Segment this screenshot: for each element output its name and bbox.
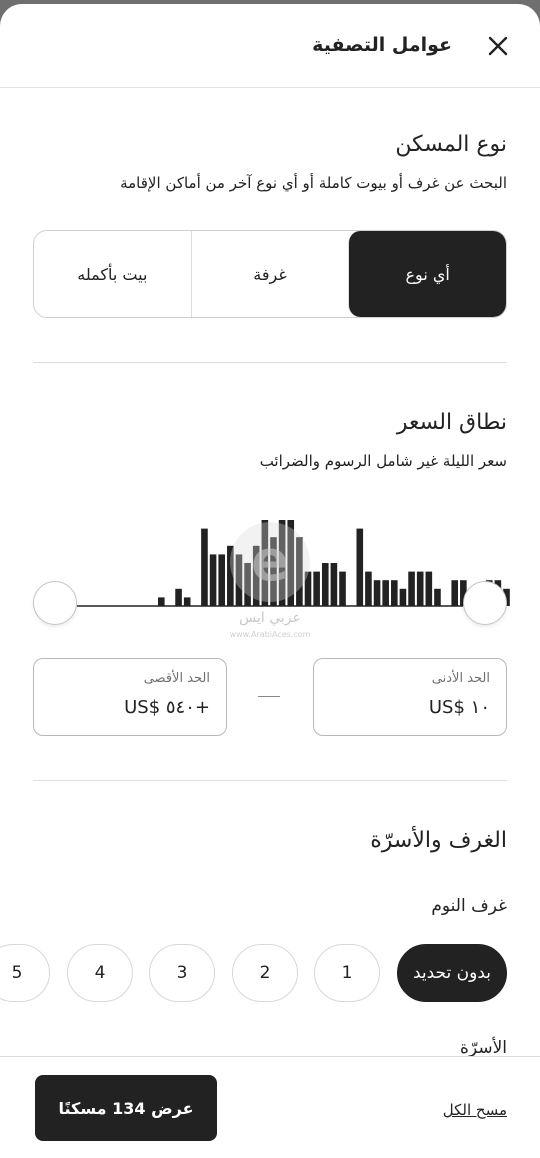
histogram-bar [313, 571, 320, 606]
histogram-bar [261, 520, 269, 606]
min-price-value: US$ ١٠ [428, 697, 490, 718]
histogram-bar [373, 580, 381, 606]
price-range-title: نطاق السعر [396, 410, 507, 435]
sheet-footer: مسح الكل عرض 134 مسكنًا [0, 1056, 540, 1158]
histogram-bar [408, 571, 415, 606]
histogram-bar [278, 520, 286, 606]
option-entire-home[interactable]: بيت بأكمله [34, 231, 191, 317]
place-type-subtitle: البحث عن غرف أو بيوت كاملة أو أي نوع آخر… [120, 174, 507, 192]
histogram-bar [209, 554, 217, 606]
sheet-title: عوامل التصفية [312, 34, 452, 56]
min-price-handle[interactable] [33, 581, 77, 625]
close-icon[interactable] [484, 32, 512, 60]
histogram-bar [158, 597, 165, 606]
show-results-button[interactable]: عرض 134 مسكنًا [35, 1075, 217, 1141]
histogram-bar [365, 571, 372, 606]
histogram-bar [339, 571, 346, 606]
histogram-bar [218, 554, 226, 606]
price-range-subtitle: سعر الليلة غير شامل الرسوم والضرائب [259, 452, 507, 470]
rooms-beds-title: الغرف والأسرّة [370, 828, 507, 853]
min-price-field[interactable]: الحد الأدنى US$ ١٠ [313, 658, 507, 736]
histogram-bar [391, 580, 398, 606]
clear-all-link[interactable]: مسح الكل [443, 1101, 507, 1119]
divider [33, 362, 507, 363]
histogram-bar [296, 537, 303, 606]
bedrooms-any-pill[interactable]: بدون تحديد [397, 944, 507, 1002]
histogram-bar [434, 588, 441, 606]
filters-sheet: عوامل التصفية نوع المسكن البحث عن غرف أو… [0, 4, 540, 1158]
bedrooms-5-pill[interactable]: 5 [0, 944, 50, 1002]
histogram-bar [287, 520, 295, 606]
max-price-value: US$ ٥٤٠+ [124, 697, 210, 718]
histogram-bar [270, 537, 277, 606]
beds-label: الأسرّة [460, 1038, 507, 1058]
bedrooms-1-pill[interactable]: 1 [314, 944, 380, 1002]
divider [33, 780, 507, 781]
bedrooms-2-pill[interactable]: 2 [232, 944, 298, 1002]
histogram-bar [201, 528, 208, 606]
histogram-bar [399, 588, 407, 606]
option-room[interactable]: غرفة [190, 231, 349, 317]
histogram-bar [321, 563, 329, 606]
histogram-bar [425, 571, 433, 606]
sheet-header: عوامل التصفية [0, 4, 540, 88]
bedrooms-3-pill[interactable]: 3 [149, 944, 215, 1002]
histogram-bar [252, 545, 260, 606]
histogram-bar [175, 588, 182, 606]
range-separator [258, 696, 280, 697]
option-any-type[interactable]: أي نوع [348, 231, 506, 317]
histogram-bar [227, 545, 234, 606]
histogram-bar [235, 554, 243, 606]
histogram-bar [183, 597, 191, 606]
histogram-bar [304, 571, 312, 606]
max-price-handle[interactable] [463, 581, 507, 625]
max-price-label: الحد الأقصى [143, 671, 210, 686]
histogram-bar [244, 563, 251, 606]
bedrooms-selector: بدون تحديد 1 2 3 4 5 [0, 944, 540, 1004]
histogram-bar [382, 580, 389, 606]
histogram-bar [330, 563, 338, 606]
histogram-bar [451, 580, 459, 606]
histogram-bar [356, 528, 364, 606]
place-type-selector: أي نوع غرفة بيت بأكمله [33, 230, 507, 318]
max-price-field[interactable]: الحد الأقصى US$ ٥٤٠+ [33, 658, 227, 736]
histogram-chart [77, 520, 510, 607]
price-histogram [0, 494, 540, 654]
histogram-bar [416, 571, 424, 606]
bedrooms-4-pill[interactable]: 4 [67, 944, 133, 1002]
min-price-label: الحد الأدنى [431, 671, 490, 686]
place-type-title: نوع المسكن [395, 132, 507, 157]
bedrooms-label: غرف النوم [431, 896, 507, 916]
